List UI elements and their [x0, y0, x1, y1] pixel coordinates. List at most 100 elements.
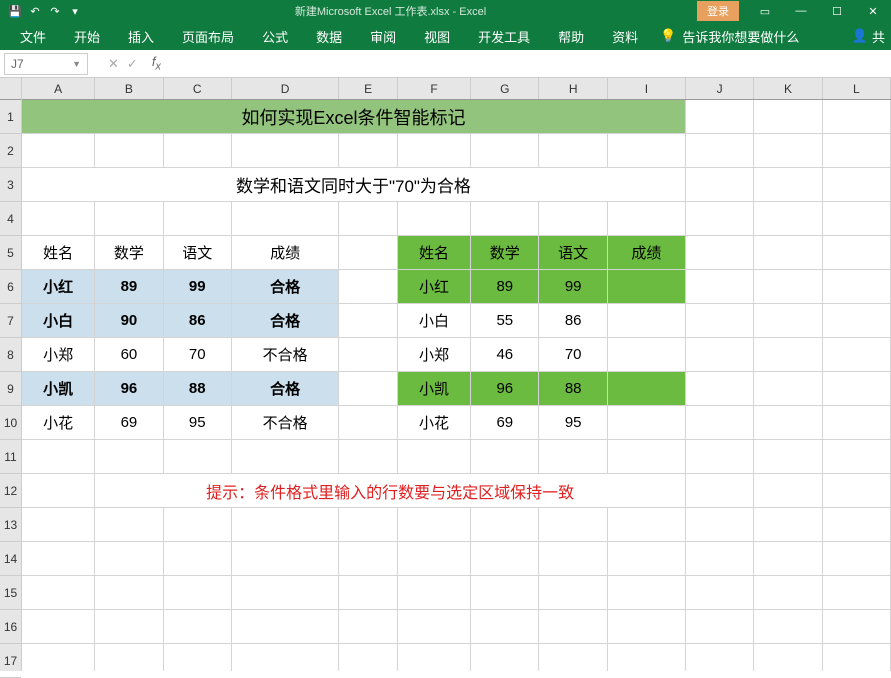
- cell[interactable]: [754, 542, 822, 575]
- cell[interactable]: [754, 338, 822, 371]
- tab-data[interactable]: 数据: [302, 22, 356, 50]
- table-cell[interactable]: 不合格: [232, 338, 339, 371]
- column-header-G[interactable]: G: [471, 78, 539, 99]
- tab-review[interactable]: 审阅: [356, 22, 410, 50]
- cell[interactable]: [95, 440, 163, 473]
- row-header-3[interactable]: 3: [0, 168, 21, 202]
- table-cell[interactable]: 86: [539, 304, 607, 337]
- column-header-I[interactable]: I: [608, 78, 686, 99]
- name-box[interactable]: J7 ▼: [4, 53, 88, 75]
- cell[interactable]: [823, 202, 891, 235]
- cell[interactable]: [232, 202, 339, 235]
- cancel-formula-icon[interactable]: ✕: [108, 56, 119, 72]
- cell[interactable]: [398, 576, 471, 609]
- table-cell[interactable]: 86: [164, 304, 232, 337]
- chevron-down-icon[interactable]: ▼: [72, 59, 81, 69]
- cell[interactable]: [232, 440, 339, 473]
- table-cell[interactable]: 96: [471, 372, 539, 405]
- cell[interactable]: [754, 168, 822, 201]
- cell[interactable]: [823, 338, 891, 371]
- cell[interactable]: [823, 576, 891, 609]
- cell[interactable]: [339, 644, 398, 671]
- column-header-F[interactable]: F: [398, 78, 471, 99]
- cell[interactable]: [22, 576, 95, 609]
- subtitle-cell[interactable]: 数学和语文同时大于"70"为合格: [22, 168, 686, 201]
- cell[interactable]: [471, 644, 539, 671]
- cell[interactable]: [608, 508, 686, 541]
- cell[interactable]: [339, 236, 398, 269]
- cell[interactable]: [823, 372, 891, 405]
- cell[interactable]: [232, 508, 339, 541]
- column-header-H[interactable]: H: [539, 78, 607, 99]
- row-header-1[interactable]: 1: [0, 100, 21, 134]
- cell[interactable]: [823, 270, 891, 303]
- table-cell[interactable]: [608, 406, 686, 439]
- cell[interactable]: [22, 134, 95, 167]
- cell[interactable]: [608, 644, 686, 671]
- table-cell[interactable]: 89: [95, 270, 163, 303]
- table-cell[interactable]: 69: [471, 406, 539, 439]
- column-header-J[interactable]: J: [686, 78, 754, 99]
- cell[interactable]: [398, 508, 471, 541]
- row-header-12[interactable]: 12: [0, 474, 21, 508]
- tab-insert[interactable]: 插入: [114, 22, 168, 50]
- cell[interactable]: [686, 270, 754, 303]
- cell[interactable]: [686, 576, 754, 609]
- cell[interactable]: [539, 576, 607, 609]
- cell[interactable]: [95, 576, 163, 609]
- cell[interactable]: [754, 304, 822, 337]
- cell[interactable]: [539, 542, 607, 575]
- undo-icon[interactable]: ↶: [26, 2, 44, 20]
- right-header[interactable]: 姓名: [398, 236, 471, 269]
- cell[interactable]: [164, 610, 232, 643]
- table-cell[interactable]: 88: [539, 372, 607, 405]
- cell[interactable]: [754, 508, 822, 541]
- cell[interactable]: [608, 134, 686, 167]
- tab-resource[interactable]: 资料: [598, 22, 652, 50]
- login-button[interactable]: 登录: [697, 1, 739, 21]
- table-cell[interactable]: 88: [164, 372, 232, 405]
- table-cell[interactable]: 69: [95, 406, 163, 439]
- cell[interactable]: [339, 610, 398, 643]
- table-cell[interactable]: 小红: [22, 270, 95, 303]
- cell[interactable]: [754, 236, 822, 269]
- cell[interactable]: [471, 610, 539, 643]
- right-header[interactable]: 成绩: [608, 236, 686, 269]
- row-header-14[interactable]: 14: [0, 542, 21, 576]
- table-cell[interactable]: 90: [95, 304, 163, 337]
- cell[interactable]: [754, 134, 822, 167]
- cell[interactable]: [164, 202, 232, 235]
- left-header[interactable]: 语文: [164, 236, 232, 269]
- table-cell[interactable]: 89: [471, 270, 539, 303]
- cell[interactable]: [686, 474, 754, 507]
- cell[interactable]: [471, 542, 539, 575]
- cell[interactable]: [608, 440, 686, 473]
- grid[interactable]: 如何实现Excel条件智能标记数学和语文同时大于"70"为合格姓名数学语文成绩姓…: [22, 100, 891, 671]
- cell[interactable]: [339, 576, 398, 609]
- cell[interactable]: [164, 644, 232, 671]
- cell[interactable]: [95, 542, 163, 575]
- table-cell[interactable]: 70: [539, 338, 607, 371]
- cell[interactable]: [339, 304, 398, 337]
- cell[interactable]: [398, 440, 471, 473]
- cell[interactable]: [95, 202, 163, 235]
- column-header-D[interactable]: D: [232, 78, 339, 99]
- table-cell[interactable]: 小凯: [22, 372, 95, 405]
- tell-me[interactable]: 💡 告诉我你想要做什么: [660, 27, 799, 46]
- cell[interactable]: [539, 134, 607, 167]
- cell[interactable]: [471, 134, 539, 167]
- cell[interactable]: [686, 644, 754, 671]
- close-icon[interactable]: ✕: [855, 0, 891, 22]
- table-cell[interactable]: 合格: [232, 372, 339, 405]
- column-header-L[interactable]: L: [823, 78, 891, 99]
- cell[interactable]: [754, 202, 822, 235]
- cell[interactable]: [95, 134, 163, 167]
- cell[interactable]: [686, 134, 754, 167]
- table-cell[interactable]: 60: [95, 338, 163, 371]
- cell[interactable]: [539, 644, 607, 671]
- table-cell[interactable]: 小白: [398, 304, 471, 337]
- formula-input[interactable]: [161, 53, 891, 75]
- row-header-6[interactable]: 6: [0, 270, 21, 304]
- cell[interactable]: [686, 406, 754, 439]
- tab-file[interactable]: 文件: [6, 22, 60, 50]
